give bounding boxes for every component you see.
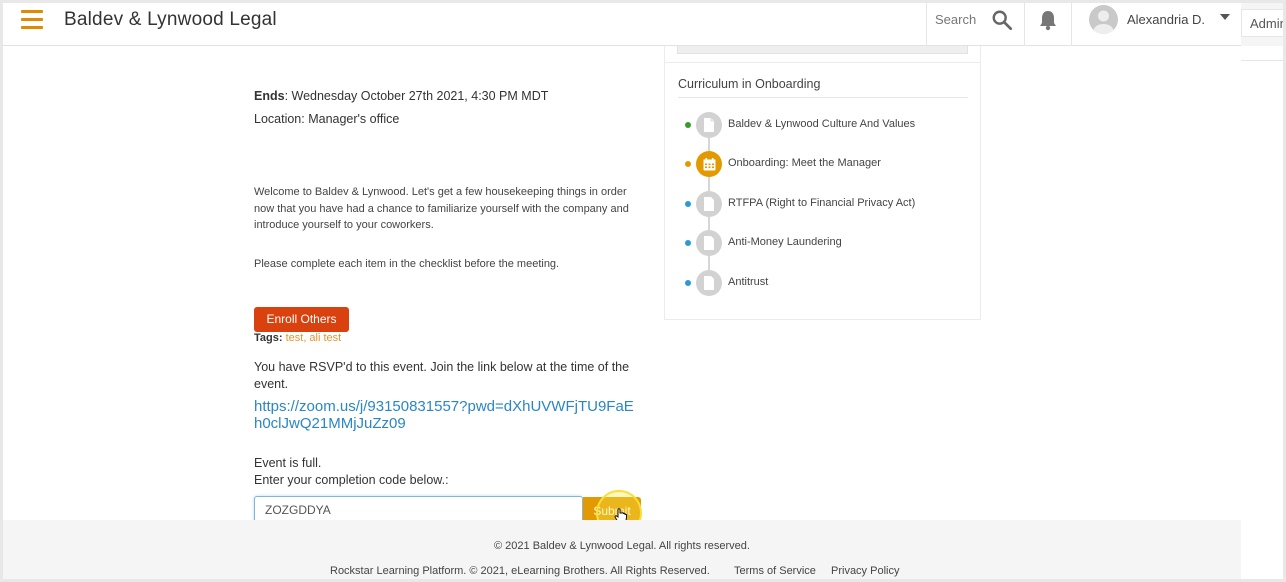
event-location: Location: Manager's office <box>254 112 400 126</box>
document-icon <box>696 112 722 138</box>
search-label[interactable]: Search <box>935 12 976 27</box>
chevron-down-icon <box>1220 14 1230 20</box>
curriculum-item-label: RTFPA (Right to Financial Privacy Act) <box>728 197 916 209</box>
document-icon <box>696 230 722 256</box>
privacy-policy-link[interactable]: Privacy Policy <box>831 565 899 577</box>
header-divider <box>1024 3 1025 46</box>
curriculum-title: Curriculum in Onboarding <box>678 77 821 91</box>
status-dot <box>685 122 691 128</box>
tags-label: Tags: <box>254 332 283 344</box>
document-icon <box>696 191 722 217</box>
completion-code-label: Enter your completion code below.: <box>254 473 449 487</box>
ends-label: Ends <box>254 89 285 103</box>
curriculum-item-label: Onboarding: Meet the Manager <box>728 157 881 169</box>
admin-tab[interactable]: Admin <box>1241 9 1286 37</box>
curriculum-rule <box>678 97 968 98</box>
event-instruction: Please complete each item in the checkli… <box>254 258 560 270</box>
zoom-meeting-link[interactable]: https://zoom.us/j/93150831557?pwd=dXhUVW… <box>254 398 634 432</box>
event-tags: Tags: test, ali test <box>254 332 341 344</box>
bell-icon[interactable] <box>1038 9 1058 31</box>
footer-platform-credit: Rockstar Learning Platform. © 2021, eLea… <box>330 565 710 577</box>
calendar-icon <box>696 151 722 177</box>
footer-copyright: © 2021 Baldev & Lynwood Legal. All right… <box>494 540 750 552</box>
header-divider <box>1071 3 1072 46</box>
event-full-note: Event is full. <box>254 456 322 470</box>
avatar <box>1089 5 1118 34</box>
status-dot <box>685 201 691 207</box>
status-dot <box>685 240 691 246</box>
terms-of-service-link[interactable]: Terms of Service <box>734 565 816 577</box>
curriculum-item[interactable]: Antitrust <box>683 270 973 296</box>
curriculum-item[interactable]: Onboarding: Meet the Manager <box>683 151 973 177</box>
page-footer: © 2021 Baldev & Lynwood Legal. All right… <box>3 520 1241 582</box>
tag-links[interactable]: test, ali test <box>286 332 342 344</box>
status-dot <box>685 161 691 167</box>
header-divider <box>926 3 927 46</box>
curriculum-item[interactable]: Anti-Money Laundering <box>683 230 973 256</box>
hamburger-menu-icon[interactable] <box>21 10 43 30</box>
curriculum-item-label: Anti-Money Laundering <box>728 236 842 248</box>
user-menu[interactable]: Alexandria D. <box>1087 4 1237 38</box>
enroll-others-button[interactable]: Enroll Others <box>254 307 349 332</box>
panel-divider <box>665 62 981 63</box>
curriculum-item[interactable]: RTFPA (Right to Financial Privacy Act) <box>683 191 973 217</box>
right-gutter <box>1241 46 1286 582</box>
document-icon <box>696 270 722 296</box>
search-icon[interactable] <box>991 9 1013 31</box>
brand-title: Baldev & Lynwood Legal <box>64 9 277 30</box>
top-navigation-bar: Baldev & Lynwood Legal Search Alexandria… <box>3 3 1241 46</box>
rsvp-status: You have RSVP'd to this event. Join the … <box>254 360 630 391</box>
ends-value: : Wednesday October 27th 2021, 4:30 PM M… <box>284 89 549 103</box>
curriculum-panel: Curriculum in Onboarding Baldev & Lynwoo… <box>664 46 981 320</box>
panel-top-bar <box>677 46 968 54</box>
event-end-time: Ends: Wednesday October 27th 2021, 4:30 … <box>254 89 548 103</box>
curriculum-item-label: Antitrust <box>728 276 769 288</box>
status-dot <box>685 280 691 286</box>
main-content: Ends: Wednesday October 27th 2021, 4:30 … <box>3 46 1241 536</box>
user-name: Alexandria D. <box>1127 12 1206 27</box>
user-silhouette-icon <box>1093 10 1114 34</box>
curriculum-item-label: Baldev & Lynwood Culture And Values <box>728 118 916 130</box>
event-description: Welcome to Baldev & Lynwood. Let's get a… <box>254 186 629 231</box>
curriculum-item[interactable]: Baldev & Lynwood Culture And Values <box>683 112 973 138</box>
